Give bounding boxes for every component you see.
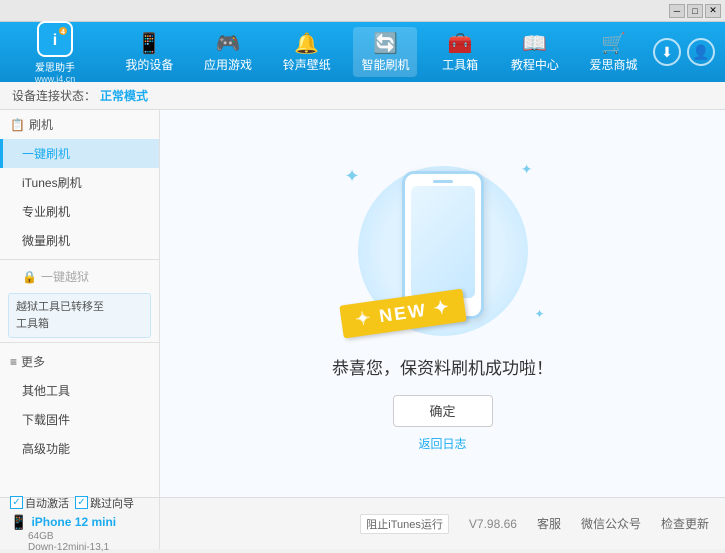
sidebar-item-other-tools[interactable]: 其他工具: [0, 376, 159, 405]
sidebar-item-advanced[interactable]: 高级功能: [0, 434, 159, 463]
sidebar-item-pro-flash[interactable]: 专业刷机: [0, 197, 159, 226]
my-device-icon: 📱: [137, 31, 162, 56]
sidebar-item-itunes-flash[interactable]: iTunes刷机: [0, 168, 159, 197]
shop-icon: 🛒: [601, 31, 626, 56]
customer-service-link[interactable]: 客服: [537, 515, 561, 532]
nav-app-game[interactable]: 🎮 应用游戏: [196, 27, 260, 77]
svg-text:i: i: [53, 32, 57, 49]
maximize-btn[interactable]: □: [687, 4, 703, 18]
device-model: Down-12mini-13,1: [10, 542, 149, 553]
lock-icon: 🔒: [22, 270, 37, 284]
smart-flash-label: 智能刷机: [361, 56, 409, 73]
phone-speaker: [433, 180, 453, 183]
success-illustration: ✦ NEW ✦ ✦ ✦ ✦: [333, 156, 553, 346]
toolbox-icon: 🧰: [448, 31, 473, 56]
confirm-button[interactable]: 确定: [393, 395, 493, 427]
more-header-icon: ≡: [10, 355, 17, 369]
wechat-link[interactable]: 微信公众号: [581, 515, 641, 532]
sidebar-divider-1: [0, 259, 159, 260]
sidebar-item-one-key-flash[interactable]: 一键刷机: [0, 139, 159, 168]
auto-start-cb-box: ✓: [10, 496, 23, 509]
skip-guide-checkbox[interactable]: ✓ 跳过向导: [75, 495, 134, 511]
ringtone-label: 铃声壁纸: [283, 56, 331, 73]
logo-name: 爱思助手: [35, 59, 75, 74]
nav-my-device[interactable]: 📱 我的设备: [117, 27, 181, 77]
status-bar: 设备连接状态： 正常模式: [0, 82, 725, 110]
nav-right: ⬇ 👤: [653, 38, 715, 66]
sidebar-divider-2: [0, 342, 159, 343]
auto-start-checkbox[interactable]: ✓ 自动激活: [10, 495, 69, 511]
nav-tutorial[interactable]: 📖 教程中心: [503, 27, 567, 77]
sidebar-flash-header: 📋 刷机: [0, 110, 159, 139]
device-name: iPhone 12 mini: [31, 515, 116, 529]
sidebar-item-download-fw[interactable]: 下载固件: [0, 405, 159, 434]
device-row: 📱 iPhone 12 mini: [10, 514, 149, 531]
nav-shop[interactable]: 🛒 爱思商城: [582, 27, 646, 77]
skip-guide-cb-box: ✓: [75, 496, 88, 509]
nav-toolbox[interactable]: 🧰 工具箱: [432, 27, 488, 77]
nav-items: 📱 我的设备 🎮 应用游戏 🔔 铃声壁纸 🔄 智能刷机 🧰 工具箱 📖 教程中心…: [110, 27, 653, 77]
status-label: 设备连接状态：: [12, 87, 96, 104]
success-message: 恭喜您，保资料刷机成功啦！: [332, 354, 553, 379]
tutorial-icon: 📖: [522, 31, 547, 56]
status-value: 正常模式: [100, 87, 148, 104]
flash-header-icon: 📋: [10, 118, 25, 132]
sparkle-2: ✦: [521, 161, 533, 178]
logo-url: www.i4.cn: [35, 74, 76, 84]
nav-smart-flash[interactable]: 🔄 智能刷机: [353, 27, 417, 77]
minimize-btn[interactable]: ─: [669, 4, 685, 18]
sparkle-1: ✦: [345, 166, 360, 187]
title-bar: ─ □ ✕: [0, 0, 725, 22]
checkbox-row: ✓ 自动激活 ✓ 跳过向导: [10, 495, 149, 511]
toolbox-label: 工具箱: [442, 56, 478, 73]
close-btn[interactable]: ✕: [705, 4, 721, 18]
app-game-label: 应用游戏: [204, 56, 252, 73]
flash-header-label: 刷机: [29, 116, 53, 133]
content-area: ✦ NEW ✦ ✦ ✦ ✦ 恭喜您，保资料刷机成功啦！ 确定 返回日志: [160, 110, 725, 497]
sidebar-item-save-flash[interactable]: 微量刷机: [0, 226, 159, 255]
check-update-link[interactable]: 检查更新: [661, 515, 709, 532]
logo-icon: i 4: [37, 21, 73, 57]
bottom-content: 阻止iTunes运行 V7.98.66 客服 微信公众号 检查更新: [160, 498, 725, 549]
smart-flash-icon: 🔄: [373, 31, 398, 56]
my-device-label: 我的设备: [125, 56, 173, 73]
phone-screen: [411, 186, 475, 298]
sidebar-jailbreak-info: 越狱工具已转移至工具箱: [8, 293, 151, 338]
sidebar-jailbreak-header: 🔒 一键越狱: [0, 264, 159, 289]
version-text: V7.98.66: [469, 517, 517, 531]
sparkle-3: ✦: [534, 307, 544, 321]
ringtone-icon: 🔔: [294, 31, 319, 56]
tutorial-label: 教程中心: [511, 56, 559, 73]
main-area: 📋 刷机 一键刷机 iTunes刷机 专业刷机 微量刷机 🔒 一键越狱 越狱工具…: [0, 110, 725, 497]
sidebar: 📋 刷机 一键刷机 iTunes刷机 专业刷机 微量刷机 🔒 一键越狱 越狱工具…: [0, 110, 160, 497]
sidebar-more-header: ≡ 更多: [0, 347, 159, 376]
device-storage: 64GB: [10, 531, 149, 542]
device-phone-icon: 📱: [10, 514, 27, 531]
back-link[interactable]: 返回日志: [418, 435, 466, 452]
bottom-sidebar: ✓ 自动激活 ✓ 跳过向导 📱 iPhone 12 mini 64GB Down…: [0, 498, 160, 549]
app-game-icon: 🎮: [216, 31, 241, 56]
download-btn[interactable]: ⬇: [653, 38, 681, 66]
user-btn[interactable]: 👤: [687, 38, 715, 66]
nav-ringtone[interactable]: 🔔 铃声壁纸: [275, 27, 339, 77]
shop-label: 爱思商城: [590, 56, 638, 73]
bottom-bar: ✓ 自动激活 ✓ 跳过向导 📱 iPhone 12 mini 64GB Down…: [0, 497, 725, 549]
svg-text:4: 4: [61, 29, 65, 36]
top-nav: i 4 爱思助手 www.i4.cn 📱 我的设备 🎮 应用游戏 🔔 铃声壁纸 …: [0, 22, 725, 82]
itunes-btn[interactable]: 阻止iTunes运行: [360, 514, 449, 534]
logo: i 4 爱思助手 www.i4.cn: [10, 21, 100, 84]
